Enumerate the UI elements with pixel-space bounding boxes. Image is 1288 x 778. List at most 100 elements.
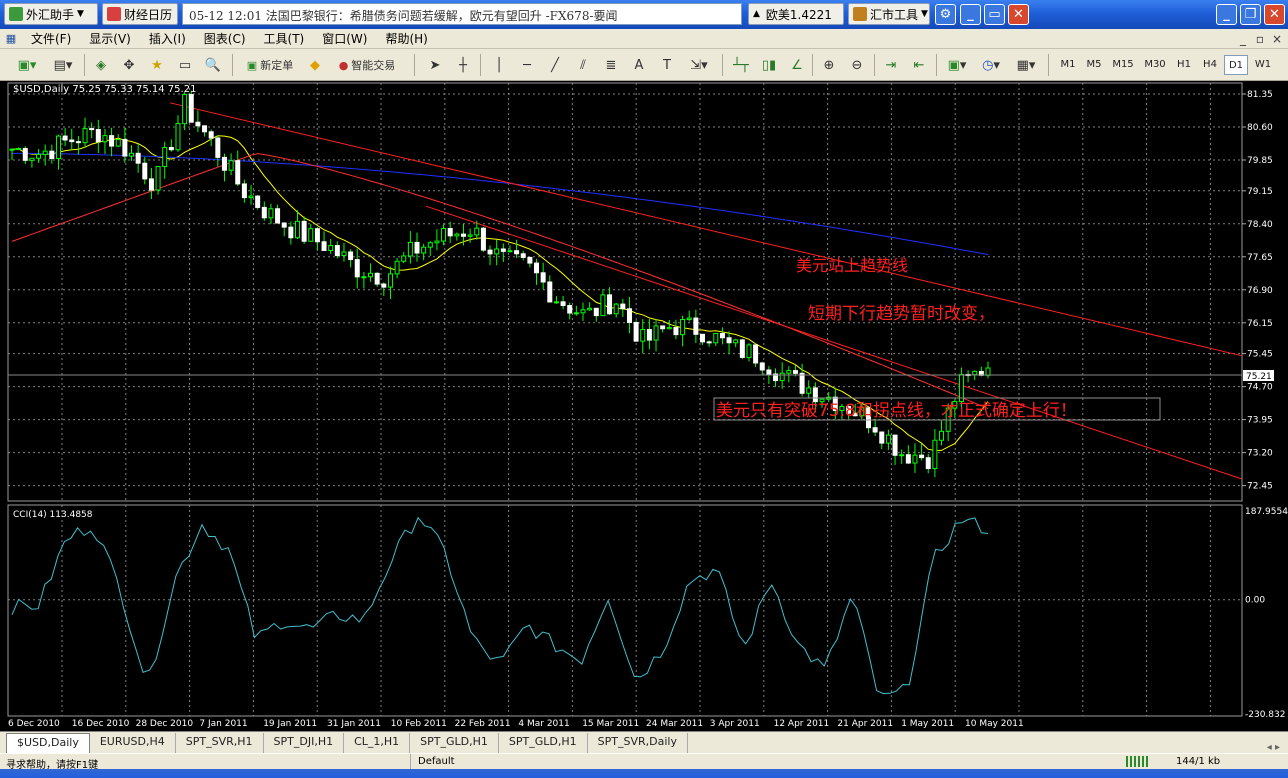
tester-icon[interactable]: 🔍 bbox=[202, 54, 224, 76]
text-label-icon[interactable]: T bbox=[656, 54, 678, 76]
connection-bars-icon bbox=[1126, 756, 1150, 767]
autoscroll-icon[interactable]: ⇥ bbox=[880, 54, 902, 76]
profiles-icon[interactable]: ▤▾ bbox=[48, 54, 78, 76]
menu-window[interactable]: 窗口(W) bbox=[313, 30, 376, 47]
bear-candle bbox=[759, 362, 765, 371]
bear-candle bbox=[726, 337, 732, 344]
tab-spt-svr-daily[interactable]: SPT_SVR,Daily bbox=[588, 733, 688, 753]
bear-candle bbox=[892, 434, 898, 456]
chart-window[interactable]: $USD,Daily 75.25 75.33 75.14 75.21 美元站上趋… bbox=[0, 81, 1288, 731]
templates-icon[interactable]: ▦▾ bbox=[1010, 54, 1042, 76]
quote-display[interactable]: ▲ 欧美1.4221 bbox=[748, 3, 844, 25]
tab-spt-svr-h1[interactable]: SPT_SVR,H1 bbox=[176, 733, 264, 753]
terminal-icon[interactable]: ▭ bbox=[174, 54, 196, 76]
maximize-button[interactable]: ❐ bbox=[1240, 4, 1261, 25]
period-h4[interactable]: H4 bbox=[1198, 55, 1222, 75]
period-m1[interactable]: M1 bbox=[1056, 55, 1080, 75]
bear-candle bbox=[706, 341, 712, 344]
tab-spt-gld-h1-2[interactable]: SPT_GLD,H1 bbox=[499, 733, 588, 753]
market-watch-icon[interactable]: ◈ bbox=[90, 54, 112, 76]
menu-help[interactable]: 帮助(H) bbox=[376, 30, 436, 47]
fx-tools-button[interactable]: 汇市工具 ▼ bbox=[848, 3, 930, 25]
indicators-icon[interactable]: ▣ ▾ bbox=[942, 54, 972, 76]
arrows-icon[interactable]: ⇲▾ bbox=[684, 54, 714, 76]
bull-candle bbox=[666, 327, 672, 330]
period-m15[interactable]: M15 bbox=[1108, 55, 1138, 75]
price-tick-label: 79.15 bbox=[1247, 187, 1273, 197]
text-tool-icon[interactable]: A bbox=[628, 54, 650, 76]
fx-assistant-button[interactable]: 外汇助手 ▼ bbox=[4, 3, 98, 25]
settings-icon[interactable]: ⚙ bbox=[935, 4, 956, 25]
bar-chart-icon[interactable]: ┴┬ bbox=[730, 54, 752, 76]
bear-candle bbox=[673, 327, 679, 336]
favorites-icon[interactable]: ★ bbox=[146, 54, 168, 76]
bull-candle bbox=[806, 387, 812, 394]
menu-charts[interactable]: 图表(C) bbox=[195, 30, 255, 47]
tab-scroll-icon[interactable]: ◂ ▸ bbox=[1259, 742, 1288, 753]
chevron-down-icon: ▼ bbox=[77, 9, 84, 19]
tab-cl-1-h1[interactable]: CL_1,H1 bbox=[344, 733, 411, 753]
period-d1[interactable]: D1 bbox=[1224, 55, 1248, 75]
calendar-button[interactable]: 财经日历 bbox=[102, 3, 178, 25]
toolbar-separator bbox=[812, 54, 813, 76]
price-chart-svg[interactable]: $USD,Daily 75.25 75.33 75.14 75.21 美元站上趋… bbox=[0, 81, 1288, 731]
candlestick-icon[interactable]: ▯▮ bbox=[758, 54, 780, 76]
vertical-line-icon[interactable]: │ bbox=[488, 54, 510, 76]
minimize-button[interactable]: _ bbox=[1216, 4, 1237, 25]
bull-candle bbox=[932, 439, 938, 470]
minimize-small-button[interactable]: _ bbox=[960, 4, 981, 25]
menu-view[interactable]: 显示(V) bbox=[80, 30, 140, 47]
period-h1[interactable]: H1 bbox=[1172, 55, 1196, 75]
period-w1[interactable]: W1 bbox=[1250, 55, 1276, 75]
horizontal-line-icon[interactable]: ─ bbox=[516, 54, 538, 76]
restore-small-button[interactable]: ▭ bbox=[984, 4, 1005, 25]
mdi-minimize-button[interactable]: _ bbox=[1235, 32, 1251, 46]
new-chart-icon[interactable]: ▣▾ bbox=[10, 54, 44, 76]
mdi-close-button[interactable]: × bbox=[1269, 32, 1285, 46]
expert-advisor-icon: ● bbox=[338, 58, 349, 72]
tab-usd-daily[interactable]: $USD,Daily bbox=[6, 733, 90, 753]
cursor-icon[interactable]: ➤ bbox=[424, 54, 446, 76]
new-order-button[interactable]: ▣ 新定单 bbox=[238, 54, 302, 76]
chart-tabs: $USD,Daily EURUSD,H4 SPT_SVR,H1 SPT_DJI,… bbox=[0, 731, 1288, 753]
close-small-button[interactable]: ✕ bbox=[1008, 4, 1029, 25]
bear-candle bbox=[693, 317, 699, 335]
tab-spt-dji-h1[interactable]: SPT_DJI,H1 bbox=[264, 733, 345, 753]
bear-candle bbox=[480, 227, 486, 251]
periods-clock-icon[interactable]: ◷ ▾ bbox=[976, 54, 1006, 76]
bull-candle bbox=[421, 246, 427, 254]
menu-file[interactable]: 文件(F) bbox=[22, 30, 80, 47]
crosshair-icon[interactable]: ┼ bbox=[452, 54, 474, 76]
zoom-in-icon[interactable]: ⊕ bbox=[818, 54, 840, 76]
price-tick-label: 78.40 bbox=[1247, 220, 1273, 230]
channel-icon[interactable]: ⫽ bbox=[572, 54, 594, 76]
date-tick-label: 6 Dec 2010 bbox=[8, 719, 60, 729]
period-m5[interactable]: M5 bbox=[1082, 55, 1106, 75]
cci-polyline bbox=[11, 516, 989, 695]
mdi-restore-button[interactable]: ▫ bbox=[1252, 32, 1268, 46]
price-tick-label: 79.85 bbox=[1247, 156, 1273, 166]
tab-spt-gld-h1[interactable]: SPT_GLD,H1 bbox=[410, 733, 499, 753]
fibonacci-icon[interactable]: ≣ bbox=[600, 54, 622, 76]
bull-candle bbox=[746, 344, 752, 358]
navigator-icon[interactable]: ✥ bbox=[118, 54, 140, 76]
bear-candle bbox=[567, 305, 573, 314]
zoom-out-icon[interactable]: ⊖ bbox=[846, 54, 868, 76]
date-tick-label: 7 Jan 2011 bbox=[199, 719, 247, 729]
bull-candle bbox=[454, 233, 460, 237]
expert-trading-button[interactable]: ● 智能交易 bbox=[330, 54, 404, 76]
tab-eurusd-h4[interactable]: EURUSD,H4 bbox=[90, 733, 176, 753]
menu-insert[interactable]: 插入(I) bbox=[140, 30, 195, 47]
trendline-icon[interactable]: ╱ bbox=[544, 54, 566, 76]
bull-candle bbox=[939, 430, 945, 441]
menu-tools[interactable]: 工具(T) bbox=[255, 30, 314, 47]
line-chart-icon[interactable]: ∠ bbox=[786, 54, 808, 76]
up-arrow-icon: ▲ bbox=[753, 9, 760, 19]
status-bar: 寻求帮助，请按F1键 Default 144/1 kb bbox=[0, 753, 1288, 771]
meta-editor-icon[interactable]: ◆ bbox=[304, 54, 326, 76]
news-ticker[interactable]: 05-12 12:01 法国巴黎银行：希腊债务问题若缓解，欧元有望回升 -FX6… bbox=[182, 3, 742, 25]
close-button[interactable]: ✕ bbox=[1264, 4, 1285, 25]
bull-candle bbox=[361, 276, 367, 279]
period-m30[interactable]: M30 bbox=[1140, 55, 1170, 75]
chart-shift-icon[interactable]: ⇤ bbox=[908, 54, 930, 76]
